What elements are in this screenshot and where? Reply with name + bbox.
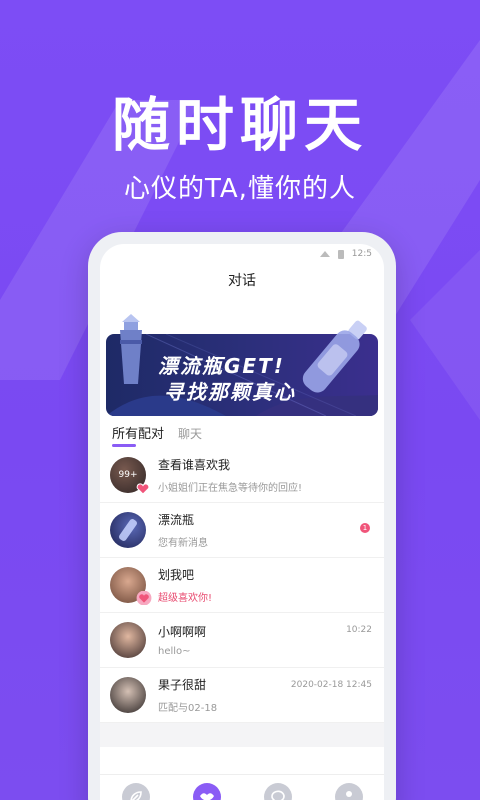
conversation-message: hello~ bbox=[158, 646, 191, 657]
conversation-name: 小啊啊啊 bbox=[158, 625, 207, 639]
bottom-navigation: 广场 租我 对话 我的 bbox=[100, 774, 384, 800]
promo-subline: 心仪的TA,懂你的人 bbox=[124, 174, 356, 204]
conversation-tabs: 所有配对 聊天 bbox=[100, 416, 384, 447]
avatar bbox=[110, 512, 146, 548]
status-time: 12:5 bbox=[351, 249, 372, 259]
conversation-name: 漂流瓶 bbox=[158, 513, 195, 527]
list-item-swipe-me[interactable]: 划我吧 超级喜欢你! bbox=[100, 558, 384, 613]
conversation-message: 小姐姐们正在焦急等待你的回应! bbox=[158, 483, 303, 494]
list-item-drift-bottle[interactable]: 漂流瓶 您有新消息 1 bbox=[100, 503, 384, 558]
wifi-icon bbox=[319, 251, 330, 257]
promo-headline: 随时聊天 bbox=[111, 91, 368, 159]
nav-rent-me[interactable]: 租我 bbox=[177, 783, 237, 800]
tab-all-matches[interactable]: 所有配对 bbox=[112, 423, 164, 447]
list-item-who-likes-me[interactable]: 99+ 查看谁喜欢我 小姐姐们正在焦急等待你的回应! bbox=[100, 448, 384, 503]
banner-subtitle: 寻找那颗真心 bbox=[164, 380, 296, 404]
conversation-message: 超级喜欢你! bbox=[158, 593, 213, 604]
heart-icon bbox=[136, 591, 152, 605]
conversation-message: 匹配与02-18 bbox=[158, 703, 218, 714]
nav-conversations[interactable]: 对话 bbox=[248, 783, 308, 800]
conversation-message: 您有新消息 bbox=[158, 538, 208, 549]
bottle-icon bbox=[302, 320, 367, 393]
drift-bottle-banner[interactable]: 漂流瓶GET! 寻找那颗真心 bbox=[106, 314, 378, 416]
leaf-icon bbox=[121, 783, 150, 800]
conversation-list: 99+ 查看谁喜欢我 小姐姐们正在焦急等待你的回应! 漂流瓶 您有新消息 1 划… bbox=[100, 448, 384, 723]
tab-chat[interactable]: 聊天 bbox=[178, 425, 202, 446]
avatar bbox=[110, 677, 146, 713]
chat-bubble-icon bbox=[263, 783, 292, 800]
status-bar: 12:5 bbox=[100, 244, 384, 264]
lighthouse-icon bbox=[120, 314, 142, 384]
list-spacer bbox=[100, 723, 384, 747]
unread-badge: 1 bbox=[360, 523, 370, 533]
lips-icon bbox=[192, 783, 221, 800]
avatar bbox=[110, 622, 146, 658]
avatar bbox=[110, 567, 152, 605]
nav-profile[interactable]: 我的 bbox=[319, 783, 379, 800]
person-icon bbox=[334, 783, 363, 800]
battery-icon bbox=[337, 249, 344, 259]
heart-icon bbox=[136, 483, 150, 495]
conversation-name: 查看谁喜欢我 bbox=[158, 458, 231, 472]
phone-screen: 12:5 对话 漂流瓶GET! 寻找那颗真心 所有配对 聊天 99+ 查看谁喜欢… bbox=[100, 244, 384, 800]
conversation-time: 10:22 bbox=[346, 625, 372, 635]
nav-plaza[interactable]: 广场 bbox=[106, 783, 166, 800]
list-item-chat[interactable]: 果子很甜 匹配与02-18 2020-02-18 12:45 bbox=[100, 668, 384, 723]
list-item-chat[interactable]: 小啊啊啊 hello~ 10:22 bbox=[100, 613, 384, 668]
conversation-time: 2020-02-18 12:45 bbox=[290, 680, 372, 690]
page-title: 对话 bbox=[228, 273, 256, 289]
banner-title: 漂流瓶GET! bbox=[158, 354, 285, 378]
bottle-avatar-icon bbox=[119, 519, 137, 541]
conversation-name: 划我吧 bbox=[158, 568, 195, 582]
phone-frame: 12:5 对话 漂流瓶GET! 寻找那颗真心 所有配对 聊天 99+ 查看谁喜欢… bbox=[88, 232, 396, 800]
avatar: 99+ bbox=[110, 457, 150, 495]
